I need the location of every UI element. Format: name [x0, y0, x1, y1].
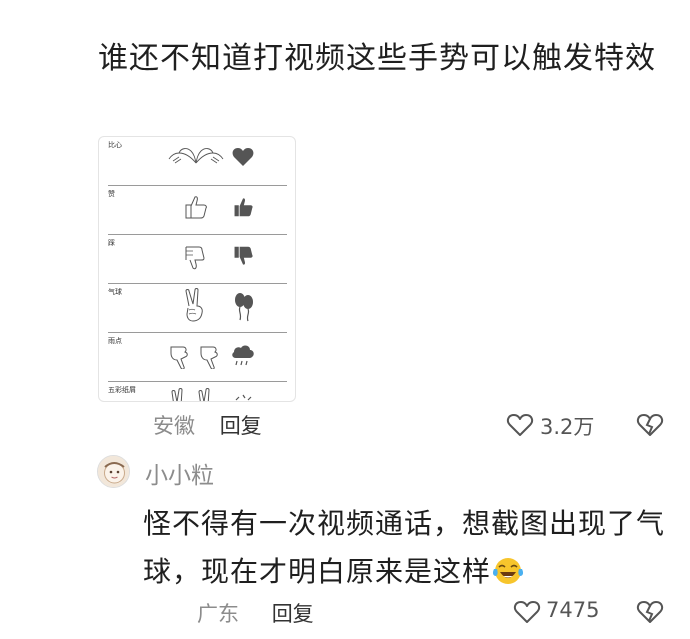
like-count: 3.2万	[540, 415, 595, 439]
confetti-icon	[235, 394, 252, 401]
reply-button[interactable]: 回复	[220, 414, 262, 438]
heart-hands-icon	[168, 148, 224, 164]
avatar[interactable]	[97, 455, 130, 488]
comment-text: 怪不得有一次视频通话，想截图出现了气球，现在才明白原来是这样	[143, 500, 673, 596]
thumbs-down-icon	[234, 246, 253, 265]
gesture-row: 五彩纸屑	[99, 382, 295, 401]
gesture-effects-image[interactable]: 比心 赞 踩 气球 雨点 五彩纸屑	[98, 136, 296, 402]
gesture-row: 比心	[99, 137, 295, 186]
victory-hands-icon	[171, 388, 210, 401]
gesture-label: 踩	[108, 239, 115, 247]
gesture-row: 赞	[99, 186, 295, 235]
broken-heart-icon[interactable]	[636, 412, 664, 438]
username[interactable]: 小小粒	[145, 456, 214, 490]
pointing-down-hands-icon	[170, 346, 218, 369]
victory-hands-icon	[185, 288, 203, 322]
gesture-label: 赞	[108, 190, 115, 198]
comment-meta: 广东 回复	[197, 598, 314, 628]
like-count: 7475	[546, 598, 600, 622]
gesture-row: 雨点	[99, 333, 295, 382]
gesture-row: 踩	[99, 235, 295, 284]
tears-of-joy-emoji	[492, 558, 524, 584]
broken-heart-icon[interactable]	[636, 599, 664, 625]
thumbs-down-outline-icon	[185, 246, 205, 270]
comment-text-body: 怪不得有一次视频通话，想截图出现了气球，现在才明白原来是这样	[143, 507, 666, 588]
rain-cloud-icon	[232, 345, 254, 366]
balloon-icon	[235, 293, 253, 322]
heart-outline-icon[interactable]	[506, 412, 534, 438]
gesture-label: 气球	[108, 288, 122, 296]
avatar-image	[98, 456, 129, 487]
gesture-label: 五彩纸屑	[108, 386, 136, 394]
gesture-label: 雨点	[108, 337, 122, 345]
thumbs-up-outline-icon	[185, 196, 207, 219]
location-label: 安徽	[153, 414, 195, 438]
comment-meta: 安徽 回复	[153, 410, 262, 440]
heart-outline-icon[interactable]	[513, 599, 541, 625]
gesture-label: 比心	[108, 141, 122, 149]
thumbs-up-icon	[234, 198, 253, 217]
location-label: 广东	[197, 602, 239, 626]
heart-icon	[232, 148, 254, 166]
comment-text: 谁还不知道打视频这些手势可以触发特效	[98, 41, 656, 76]
reply-button[interactable]: 回复	[272, 602, 314, 626]
gesture-row: 气球	[99, 284, 295, 333]
